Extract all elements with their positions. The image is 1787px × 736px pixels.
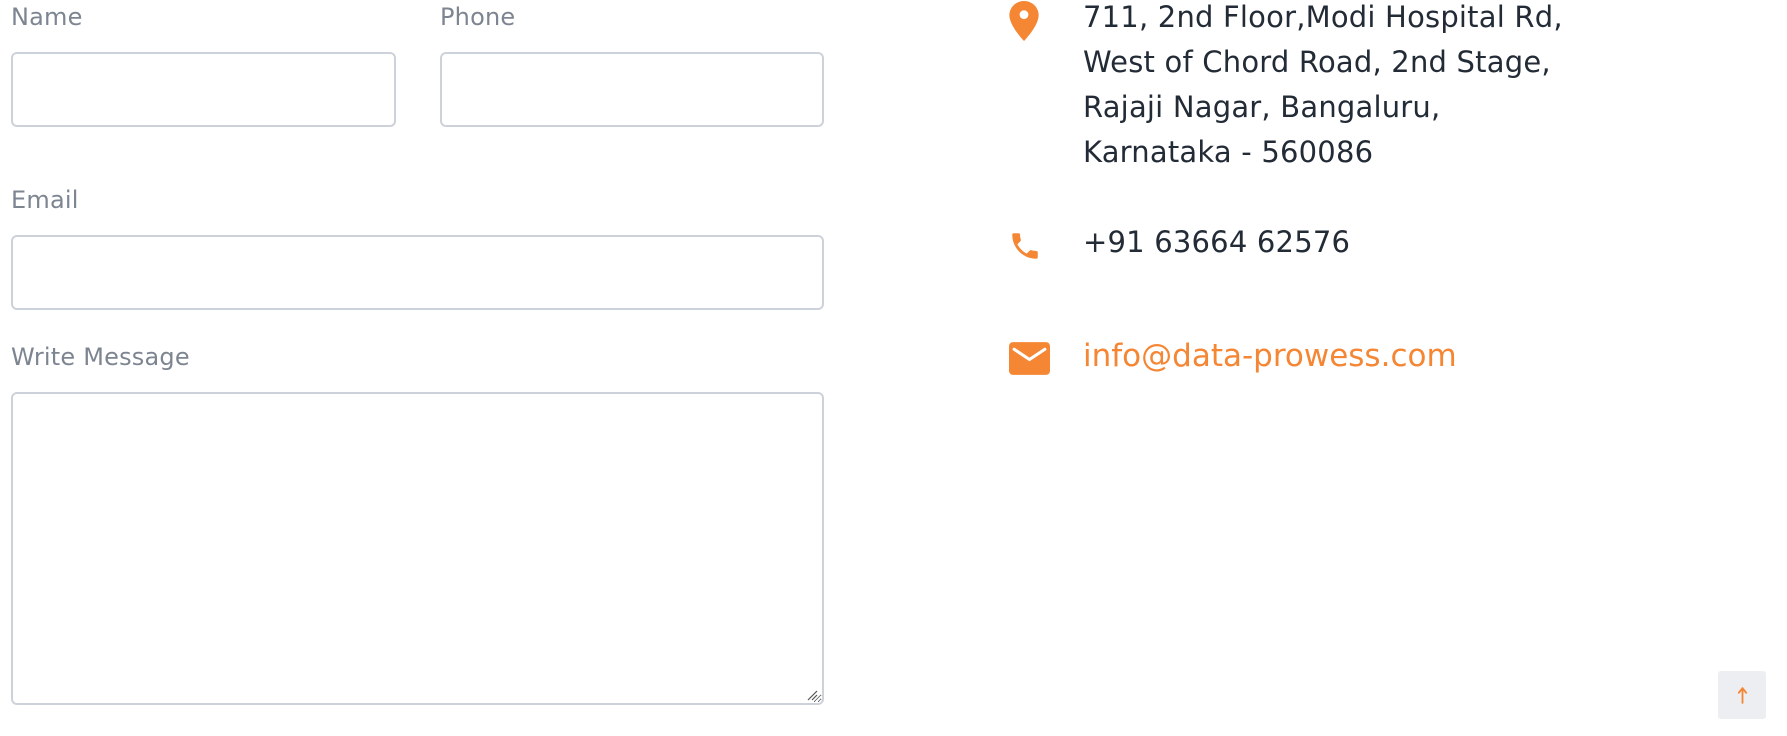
email-label: Email	[11, 186, 79, 214]
phone-input[interactable]	[440, 52, 824, 127]
address-line: Karnataka - 560086	[1083, 135, 1374, 169]
email-input[interactable]	[11, 235, 824, 310]
phone-number: +91 63664 62576	[1083, 225, 1351, 259]
envelope-icon	[1009, 342, 1050, 375]
resize-handle-icon[interactable]	[806, 689, 818, 701]
name-input[interactable]	[11, 52, 396, 127]
arrow-up-icon	[1737, 686, 1747, 704]
email-link[interactable]: info@data-prowess.com	[1083, 336, 1457, 376]
address-line: West of Chord Road, 2nd Stage,	[1083, 45, 1551, 79]
name-label: Name	[11, 3, 83, 31]
contact-section: Name Phone Email Write Message 711, 2nd …	[0, 0, 1787, 736]
message-textarea[interactable]	[11, 392, 824, 705]
address-line: Rajaji Nagar, Bangaluru,	[1083, 90, 1441, 124]
map-pin-icon	[1009, 1, 1039, 42]
scroll-to-top-button[interactable]	[1718, 671, 1766, 719]
address-block: 711, 2nd Floor,Modi Hospital Rd, West of…	[1083, 0, 1563, 175]
phone-icon	[1012, 233, 1038, 259]
phone-label: Phone	[440, 3, 516, 31]
message-label: Write Message	[11, 343, 190, 371]
address-line: 711, 2nd Floor,Modi Hospital Rd,	[1083, 0, 1563, 34]
